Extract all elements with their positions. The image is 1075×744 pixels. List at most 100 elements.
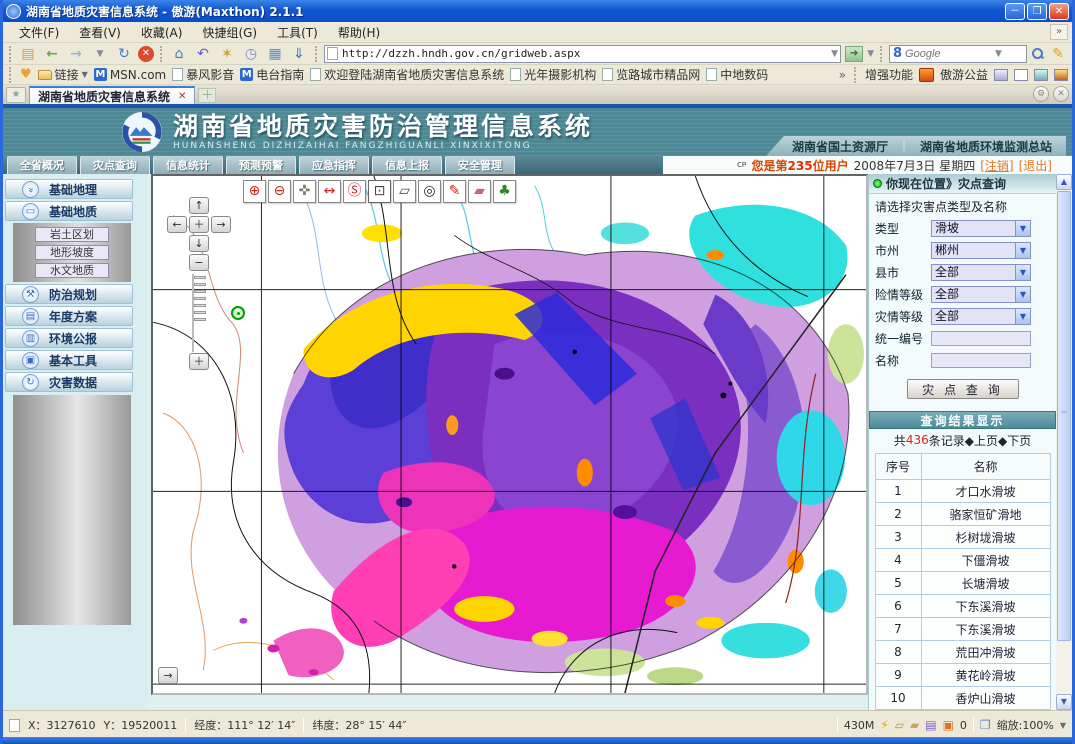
new-tab-button[interactable]: ＋ bbox=[198, 88, 216, 103]
menu-view[interactable]: 查看(V) bbox=[69, 22, 131, 43]
folder-icon[interactable]: ▱ bbox=[895, 718, 904, 732]
menu-favorites[interactable]: 收藏(A) bbox=[131, 22, 193, 43]
highlighter-icon[interactable]: ✎ bbox=[1048, 45, 1068, 63]
go-dropdown-icon[interactable]: ▼ bbox=[867, 49, 874, 59]
polygon-select-icon[interactable]: ▱ bbox=[393, 180, 416, 203]
tab-emergency-command[interactable]: 应急指挥 bbox=[299, 155, 369, 175]
stop-icon[interactable]: ✕ bbox=[138, 46, 154, 62]
eraser-icon[interactable]: ▰ bbox=[468, 180, 491, 203]
measure-icon[interactable]: ↔ bbox=[318, 180, 341, 203]
sub-item-rock-soil-zoning[interactable]: 岩土区划 bbox=[35, 227, 109, 242]
minimize-button[interactable]: － bbox=[1005, 3, 1025, 20]
menu-tools[interactable]: 工具(T) bbox=[267, 22, 328, 43]
close-button[interactable]: ✕ bbox=[1049, 3, 1069, 20]
table-row[interactable]: 3杉树垅滑坡 bbox=[875, 526, 1050, 549]
risk-level-select[interactable]: 全部 ▼ bbox=[931, 286, 1031, 303]
undo-icon[interactable]: ↶ bbox=[193, 45, 213, 63]
forward-icon[interactable]: → bbox=[66, 45, 86, 63]
tab-disaster-query[interactable]: 灾点查询 bbox=[80, 155, 150, 175]
zoom-level[interactable]: 缩放:100% bbox=[997, 717, 1054, 733]
scroll-down-icon[interactable]: ▼ bbox=[1056, 694, 1072, 710]
magic-wand-icon[interactable]: ✶ bbox=[217, 45, 237, 63]
zoom-slider[interactable] bbox=[192, 274, 206, 352]
exit-link[interactable]: [退出] bbox=[1019, 157, 1052, 174]
tab-security-admin[interactable]: 安全管理 bbox=[445, 155, 515, 175]
name-input[interactable] bbox=[931, 353, 1031, 368]
tab-info-report[interactable]: 信息上报 bbox=[372, 155, 442, 175]
sidebar-item-basic-tools[interactable]: ▣ 基本工具 bbox=[5, 350, 133, 370]
link-baofeng[interactable]: 暴风影音 bbox=[172, 66, 234, 83]
sub-item-terrain-slope[interactable]: 地形坡度 bbox=[35, 245, 109, 260]
layer-tree-icon[interactable]: ♣ bbox=[493, 180, 516, 203]
type-select[interactable]: 滑坡 ▼ bbox=[931, 220, 1031, 237]
url-input[interactable] bbox=[342, 47, 831, 60]
chevron-down-icon[interactable]: ▼ bbox=[1015, 221, 1030, 236]
close-all-icon[interactable]: ✕ bbox=[1053, 86, 1069, 102]
plugin-features[interactable]: 增强功能 bbox=[865, 66, 913, 83]
identify-icon[interactable]: ◎ bbox=[418, 180, 441, 203]
go-button[interactable]: ➔ bbox=[845, 46, 863, 62]
favorites-heart-icon[interactable]: ♥ bbox=[20, 67, 32, 82]
resize-icon[interactable]: ❐ bbox=[980, 718, 991, 732]
vip-icon[interactable] bbox=[1054, 69, 1068, 81]
boost-lightning-icon[interactable]: ⚡ bbox=[880, 718, 888, 732]
table-row[interactable]: 5长塘滑坡 bbox=[875, 572, 1050, 595]
new-page-icon[interactable]: ▤ bbox=[18, 45, 38, 63]
zoom-out-icon[interactable]: ⊖ bbox=[268, 180, 291, 203]
link-msn[interactable]: M MSN.com bbox=[94, 68, 166, 82]
center-button[interactable]: ＋ bbox=[189, 216, 209, 233]
frames-icon[interactable]: ▦ bbox=[265, 45, 285, 63]
disaster-query-button[interactable]: 灾 点 查 询 bbox=[907, 379, 1019, 399]
sidebar-item-base-geology[interactable]: ▭ 基础地质 bbox=[5, 201, 133, 221]
chevron-down-icon[interactable]: ▼ bbox=[1015, 287, 1030, 302]
menu-help[interactable]: 帮助(H) bbox=[328, 22, 390, 43]
logout-link[interactable]: [注销] bbox=[980, 157, 1013, 174]
map-viewport[interactable]: ⊕ ⊖ ✜ ↔ Ⓢ ⊡ ▱ ◎ ✎ ▰ ♣ ↑ ← ＋ → ↓ bbox=[151, 174, 868, 695]
folder-new-icon[interactable]: ▰ bbox=[910, 718, 919, 732]
security-shield-icon[interactable] bbox=[919, 68, 934, 82]
links-folder[interactable]: 链接 ▼ bbox=[38, 66, 88, 83]
county-select[interactable]: 全部 ▼ bbox=[931, 264, 1031, 281]
sidebar-item-annual-plan[interactable]: ▤ 年度方案 bbox=[5, 306, 133, 326]
table-row[interactable]: 6下东溪滑坡 bbox=[875, 595, 1050, 618]
zoom-minus-button[interactable]: − bbox=[189, 254, 209, 271]
refresh-icon[interactable]: ↻ bbox=[114, 45, 134, 63]
table-row[interactable]: 2骆家恒矿滑地 bbox=[875, 503, 1050, 526]
sidebar-item-disaster-data[interactable]: ↻ 灾害数据 bbox=[5, 372, 133, 392]
tab-star-icon[interactable]: ★ bbox=[6, 87, 26, 103]
tab-close-icon[interactable]: ✕ bbox=[178, 91, 186, 102]
vertical-scrollbar[interactable]: ▲ ▼ bbox=[1056, 174, 1072, 710]
table-row[interactable]: 10香炉山滑坡 bbox=[875, 687, 1050, 710]
scrollbar-thumb[interactable] bbox=[1057, 191, 1071, 641]
link-welcome[interactable]: 欢迎登陆湖南省地质灾害信息系统 bbox=[310, 66, 504, 83]
scroll-up-icon[interactable]: ▲ bbox=[1056, 174, 1072, 190]
link-land-resources[interactable]: 湖南省国土资源厅 bbox=[792, 138, 888, 155]
proxy-icon[interactable] bbox=[994, 69, 1008, 81]
draw-line-icon[interactable]: ✎ bbox=[443, 180, 466, 203]
search-engine-dropdown-icon[interactable]: ▼ bbox=[995, 49, 1002, 59]
overflow-chevron[interactable]: » bbox=[839, 68, 846, 82]
history-dropdown-icon[interactable]: ▼ bbox=[90, 45, 110, 63]
menu-file[interactable]: 文件(F) bbox=[9, 22, 69, 43]
pan-icon[interactable]: ✜ bbox=[293, 180, 316, 203]
link-photo[interactable]: 光年摄影机构 bbox=[510, 66, 596, 83]
images-icon[interactable]: ▣ bbox=[943, 718, 954, 732]
download-icon[interactable]: ⇓ bbox=[289, 45, 309, 63]
search-input[interactable] bbox=[905, 48, 995, 60]
chevron-down-icon[interactable]: ▼ bbox=[1015, 243, 1030, 258]
sub-item-hydrogeology[interactable]: 水文地质 bbox=[35, 263, 109, 278]
chevron-down-icon[interactable]: ▼ bbox=[1015, 265, 1030, 280]
tab-forecast-warning[interactable]: 预测预警 bbox=[226, 155, 296, 175]
collapse-chevron-icon[interactable]: » bbox=[1050, 24, 1068, 40]
restore-button[interactable]: ❐ bbox=[1027, 3, 1047, 20]
book-icon[interactable]: ▤ bbox=[925, 718, 936, 732]
window-icon[interactable] bbox=[1014, 69, 1028, 81]
prev-page-link[interactable]: ◆上页 bbox=[965, 432, 998, 449]
notes-icon[interactable] bbox=[1034, 69, 1048, 81]
table-row[interactable]: 8荒田冲滑坡 bbox=[875, 641, 1050, 664]
next-page-link[interactable]: ◆下页 bbox=[998, 432, 1031, 449]
sidebar-item-base-geography[interactable]: » 基础地理 bbox=[5, 179, 133, 199]
back-icon[interactable]: ← bbox=[42, 45, 62, 63]
sidebar-item-prevention-planning[interactable]: ⚒ 防治规划 bbox=[5, 284, 133, 304]
tab-province-overview[interactable]: 全省概况 bbox=[7, 155, 77, 175]
